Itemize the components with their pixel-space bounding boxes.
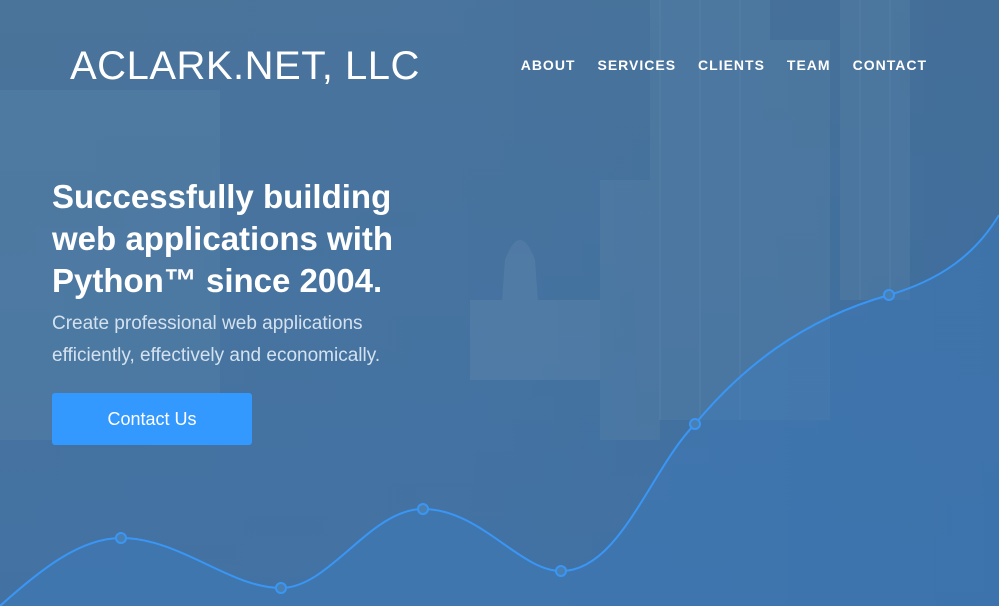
hero-headline: Successfully building web applications w… [52,176,472,302]
contact-us-button[interactable]: Contact Us [52,393,252,445]
subheadline-line: efficiently, effectively and economicall… [52,345,381,366]
headline-line: Successfully building [52,178,392,215]
nav-about[interactable]: ABOUT [521,57,576,73]
site-logo[interactable]: ACLARK.NET, LLC [70,44,420,89]
nav-team[interactable]: TEAM [787,57,831,73]
nav-clients[interactable]: CLIENTS [698,57,765,73]
nav-services[interactable]: SERVICES [597,57,676,73]
headline-line: Python™ since 2004. [52,262,383,299]
hero-subheadline: Create professional web applications eff… [52,308,472,372]
hero-section: Successfully building web applications w… [52,176,472,372]
nav-contact[interactable]: CONTACT [853,57,927,73]
headline-line: web applications with [52,220,394,257]
subheadline-line: Create professional web applications [52,313,363,334]
main-nav: ABOUT SERVICES CLIENTS TEAM CONTACT [521,57,927,73]
